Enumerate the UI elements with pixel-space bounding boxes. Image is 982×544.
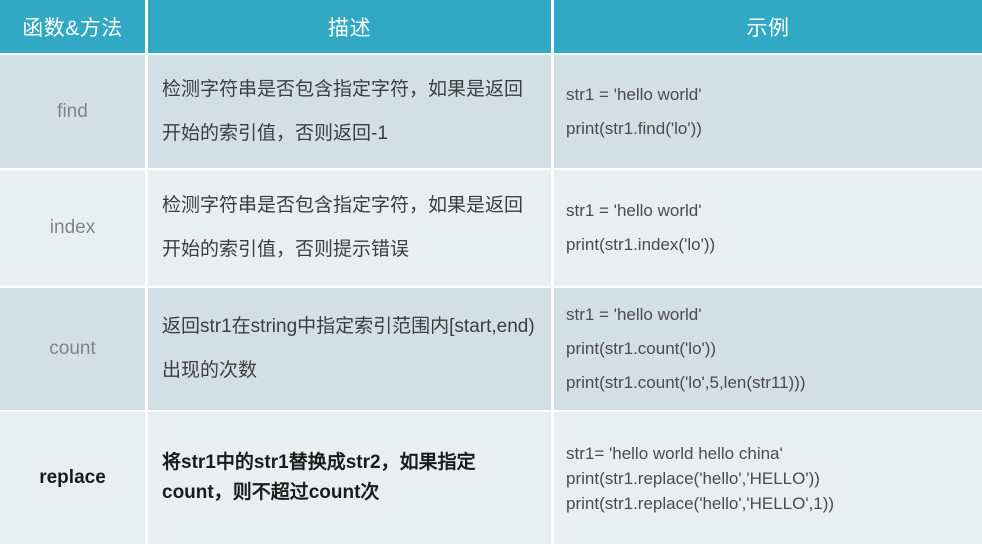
code-line: print(str1.replace('hello','HELLO')) [566, 468, 820, 488]
example-code-block: str1 = 'hello world' print(str1.find('lo… [566, 78, 982, 146]
string-methods-table-container: 函数&方法 描述 示例 find 检测字符串是否包含指定字符，如果是返回开始的索… [0, 0, 982, 544]
description-text: 检测字符串是否包含指定字符，如果是返回开始的索引值，否则提示错误 [162, 195, 524, 260]
cell-function-name: count [0, 288, 148, 412]
code-line: str1 = 'hello world' [566, 305, 702, 324]
cell-function-name: replace [0, 412, 148, 544]
code-line: str1= 'hello world hello china' [566, 443, 783, 463]
table-header: 函数&方法 描述 示例 [0, 0, 982, 55]
table-row: count 返回str1在string中指定索引范围内[start,end)出现… [0, 288, 982, 412]
table-header-row: 函数&方法 描述 示例 [0, 0, 982, 55]
table-body: find 检测字符串是否包含指定字符，如果是返回开始的索引值，否则返回-1 st… [0, 55, 982, 544]
description-text: 检测字符串是否包含指定字符，如果是返回开始的索引值，否则返回-1 [162, 78, 524, 144]
code-line: print(str1.index('lo')) [566, 235, 716, 254]
example-code-block: str1 = 'hello world' print(str1.index('l… [566, 194, 982, 262]
example-code-block: str1= 'hello world hello china' print(st… [566, 441, 982, 516]
column-header-function: 函数&方法 [0, 0, 148, 55]
code-line: str1 = 'hello world' [566, 84, 702, 104]
code-line: str1 = 'hello world' [566, 201, 702, 220]
cell-function-name: index [0, 170, 148, 288]
cell-description: 检测字符串是否包含指定字符，如果是返回开始的索引值，否则提示错误 [148, 170, 554, 288]
cell-description: 检测字符串是否包含指定字符，如果是返回开始的索引值，否则返回-1 [148, 55, 554, 170]
cell-function-name: find [0, 55, 148, 170]
description-text: 返回str1在string中指定索引范围内[start,end)出现的次数 [162, 316, 535, 381]
code-line: print(str1.count('lo',5,len(str11))) [566, 373, 806, 392]
cell-example: str1 = 'hello world' print(str1.index('l… [554, 170, 982, 288]
table-row: find 检测字符串是否包含指定字符，如果是返回开始的索引值，否则返回-1 st… [0, 55, 982, 170]
cell-example: str1= 'hello world hello china' print(st… [554, 412, 982, 544]
table-row: index 检测字符串是否包含指定字符，如果是返回开始的索引值，否则提示错误 s… [0, 170, 982, 288]
cell-description: 将str1中的str1替换成str2，如果指定count，则不超过count次 [148, 412, 554, 544]
code-line: print(str1.find('lo')) [566, 118, 702, 138]
cell-example: str1 = 'hello world' print(str1.find('lo… [554, 55, 982, 170]
cell-description: 返回str1在string中指定索引范围内[start,end)出现的次数 [148, 288, 554, 412]
code-line: print(str1.count('lo')) [566, 339, 717, 358]
string-methods-table: 函数&方法 描述 示例 find 检测字符串是否包含指定字符，如果是返回开始的索… [0, 0, 982, 544]
description-text: 将str1中的str1替换成str2，如果指定count，则不超过count次 [162, 452, 476, 503]
column-header-description: 描述 [148, 0, 554, 55]
table-row: replace 将str1中的str1替换成str2，如果指定count，则不超… [0, 412, 982, 544]
example-code-block: str1 = 'hello world' print(str1.count('l… [566, 298, 982, 400]
column-header-example: 示例 [554, 0, 982, 55]
cell-example: str1 = 'hello world' print(str1.count('l… [554, 288, 982, 412]
code-line: print(str1.replace('hello','HELLO',1)) [566, 493, 835, 513]
